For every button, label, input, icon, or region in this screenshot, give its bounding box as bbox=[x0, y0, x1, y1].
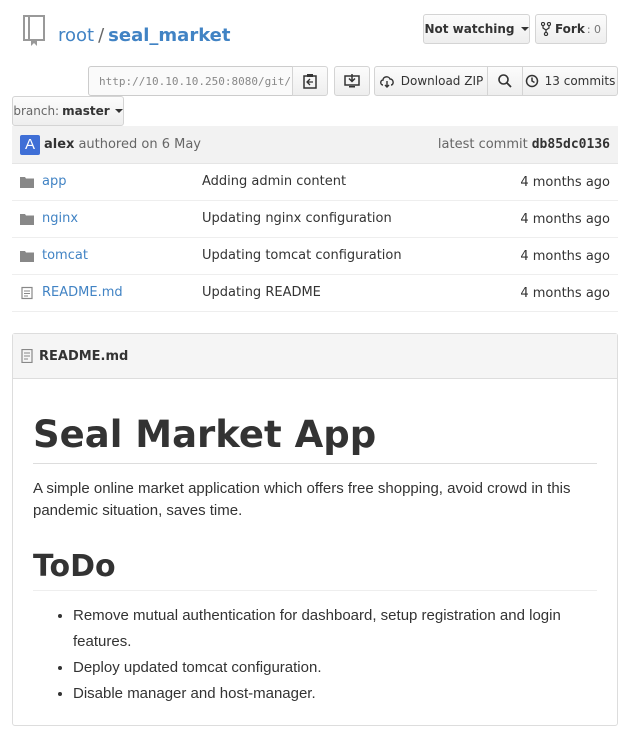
todo-list: Remove mutual authentication for dashboa… bbox=[33, 603, 597, 707]
file-age: 4 months ago bbox=[520, 286, 610, 301]
download-zip-button[interactable]: Download ZIP bbox=[374, 66, 488, 96]
commit-sha-link[interactable]: db85dc0136 bbox=[532, 137, 610, 152]
repo-separator: / bbox=[98, 25, 105, 46]
search-button[interactable] bbox=[487, 66, 523, 96]
latest-commit-bar: A alex authored on 6 May latest commit db… bbox=[12, 126, 618, 164]
file-row: tomcat Updating tomcat configuration 4 m… bbox=[12, 238, 618, 275]
readme-heading: Seal Market App bbox=[33, 412, 597, 464]
file-commit-message[interactable]: Updating tomcat configuration bbox=[202, 248, 402, 263]
file-row: app Adding admin content 4 months ago bbox=[12, 164, 618, 201]
commit-author[interactable]: alex bbox=[44, 137, 74, 152]
readme-intro: A simple online market application which… bbox=[33, 480, 571, 519]
latest-commit: latest commit db85dc0136 bbox=[438, 137, 610, 152]
fork-count: 0 bbox=[594, 22, 602, 36]
branch-selector[interactable]: branch: master bbox=[12, 96, 124, 126]
history-icon bbox=[525, 74, 538, 88]
file-link[interactable]: nginx bbox=[42, 211, 78, 226]
fork-button[interactable]: Fork: 0 bbox=[535, 14, 607, 44]
clipboard-icon bbox=[303, 74, 317, 89]
branch-name: master bbox=[62, 104, 110, 118]
file-commit-message[interactable]: Updating README bbox=[202, 285, 321, 300]
file-row: nginx Updating nginx configuration 4 mon… bbox=[12, 201, 618, 238]
folder-icon bbox=[20, 177, 34, 188]
chevron-down-icon bbox=[520, 27, 529, 31]
clone-desktop-button[interactable] bbox=[334, 66, 370, 96]
commits-button[interactable]: 13 commits bbox=[522, 66, 618, 96]
branch-label: branch: bbox=[13, 104, 60, 118]
cloud-download-icon bbox=[379, 75, 394, 88]
desktop-download-icon bbox=[344, 74, 360, 88]
repo-book-icon bbox=[23, 15, 45, 46]
file-link[interactable]: app bbox=[42, 174, 66, 189]
clone-url-input[interactable]: http://10.10.10.250:8080/git/ bbox=[88, 66, 293, 96]
fork-icon bbox=[540, 22, 551, 36]
file-text-icon bbox=[21, 286, 33, 300]
avatar[interactable]: A bbox=[20, 134, 40, 155]
file-link[interactable]: README.md bbox=[42, 285, 123, 300]
repo-title: root / seal_market bbox=[58, 25, 231, 46]
folder-icon bbox=[20, 251, 34, 262]
readme-body: Seal Market App A simple online market a… bbox=[13, 412, 617, 707]
fork-label: Fork bbox=[554, 22, 585, 36]
file-text-icon bbox=[21, 349, 33, 363]
list-item: Disable manager and host-manager. bbox=[73, 681, 597, 707]
file-commit-message[interactable]: Adding admin content bbox=[202, 174, 346, 189]
file-link[interactable]: tomcat bbox=[42, 248, 88, 263]
commit-action: authored on 6 May bbox=[78, 137, 201, 152]
repo-owner-link[interactable]: root bbox=[58, 25, 94, 46]
list-item: Remove mutual authentication for dashboa… bbox=[73, 603, 597, 655]
file-commit-message[interactable]: Updating nginx configuration bbox=[202, 211, 392, 226]
file-age: 4 months ago bbox=[520, 249, 610, 264]
list-item: Deploy updated tomcat configuration. bbox=[73, 655, 597, 681]
folder-icon bbox=[20, 214, 34, 225]
download-zip-label: Download ZIP bbox=[400, 74, 484, 88]
file-row: README.md Updating README 4 months ago bbox=[12, 275, 618, 312]
chevron-down-icon bbox=[114, 109, 123, 113]
file-age: 4 months ago bbox=[520, 175, 610, 190]
repo-header: root / seal_market Not watching Fork: 0 bbox=[12, 12, 615, 52]
repo-name-link[interactable]: seal_market bbox=[108, 25, 230, 46]
readme-panel: README.md Seal Market App A simple onlin… bbox=[12, 333, 618, 726]
search-icon bbox=[498, 74, 512, 88]
watch-label: Not watching bbox=[424, 22, 515, 36]
commits-label: 13 commits bbox=[544, 74, 616, 88]
readme-todo-heading: ToDo bbox=[33, 548, 597, 591]
readme-header: README.md bbox=[13, 334, 617, 379]
latest-commit-label: latest commit bbox=[437, 137, 528, 152]
file-age: 4 months ago bbox=[520, 212, 610, 227]
copy-url-button[interactable] bbox=[292, 66, 328, 96]
watch-button[interactable]: Not watching bbox=[423, 14, 530, 44]
readme-filename: README.md bbox=[39, 348, 129, 364]
